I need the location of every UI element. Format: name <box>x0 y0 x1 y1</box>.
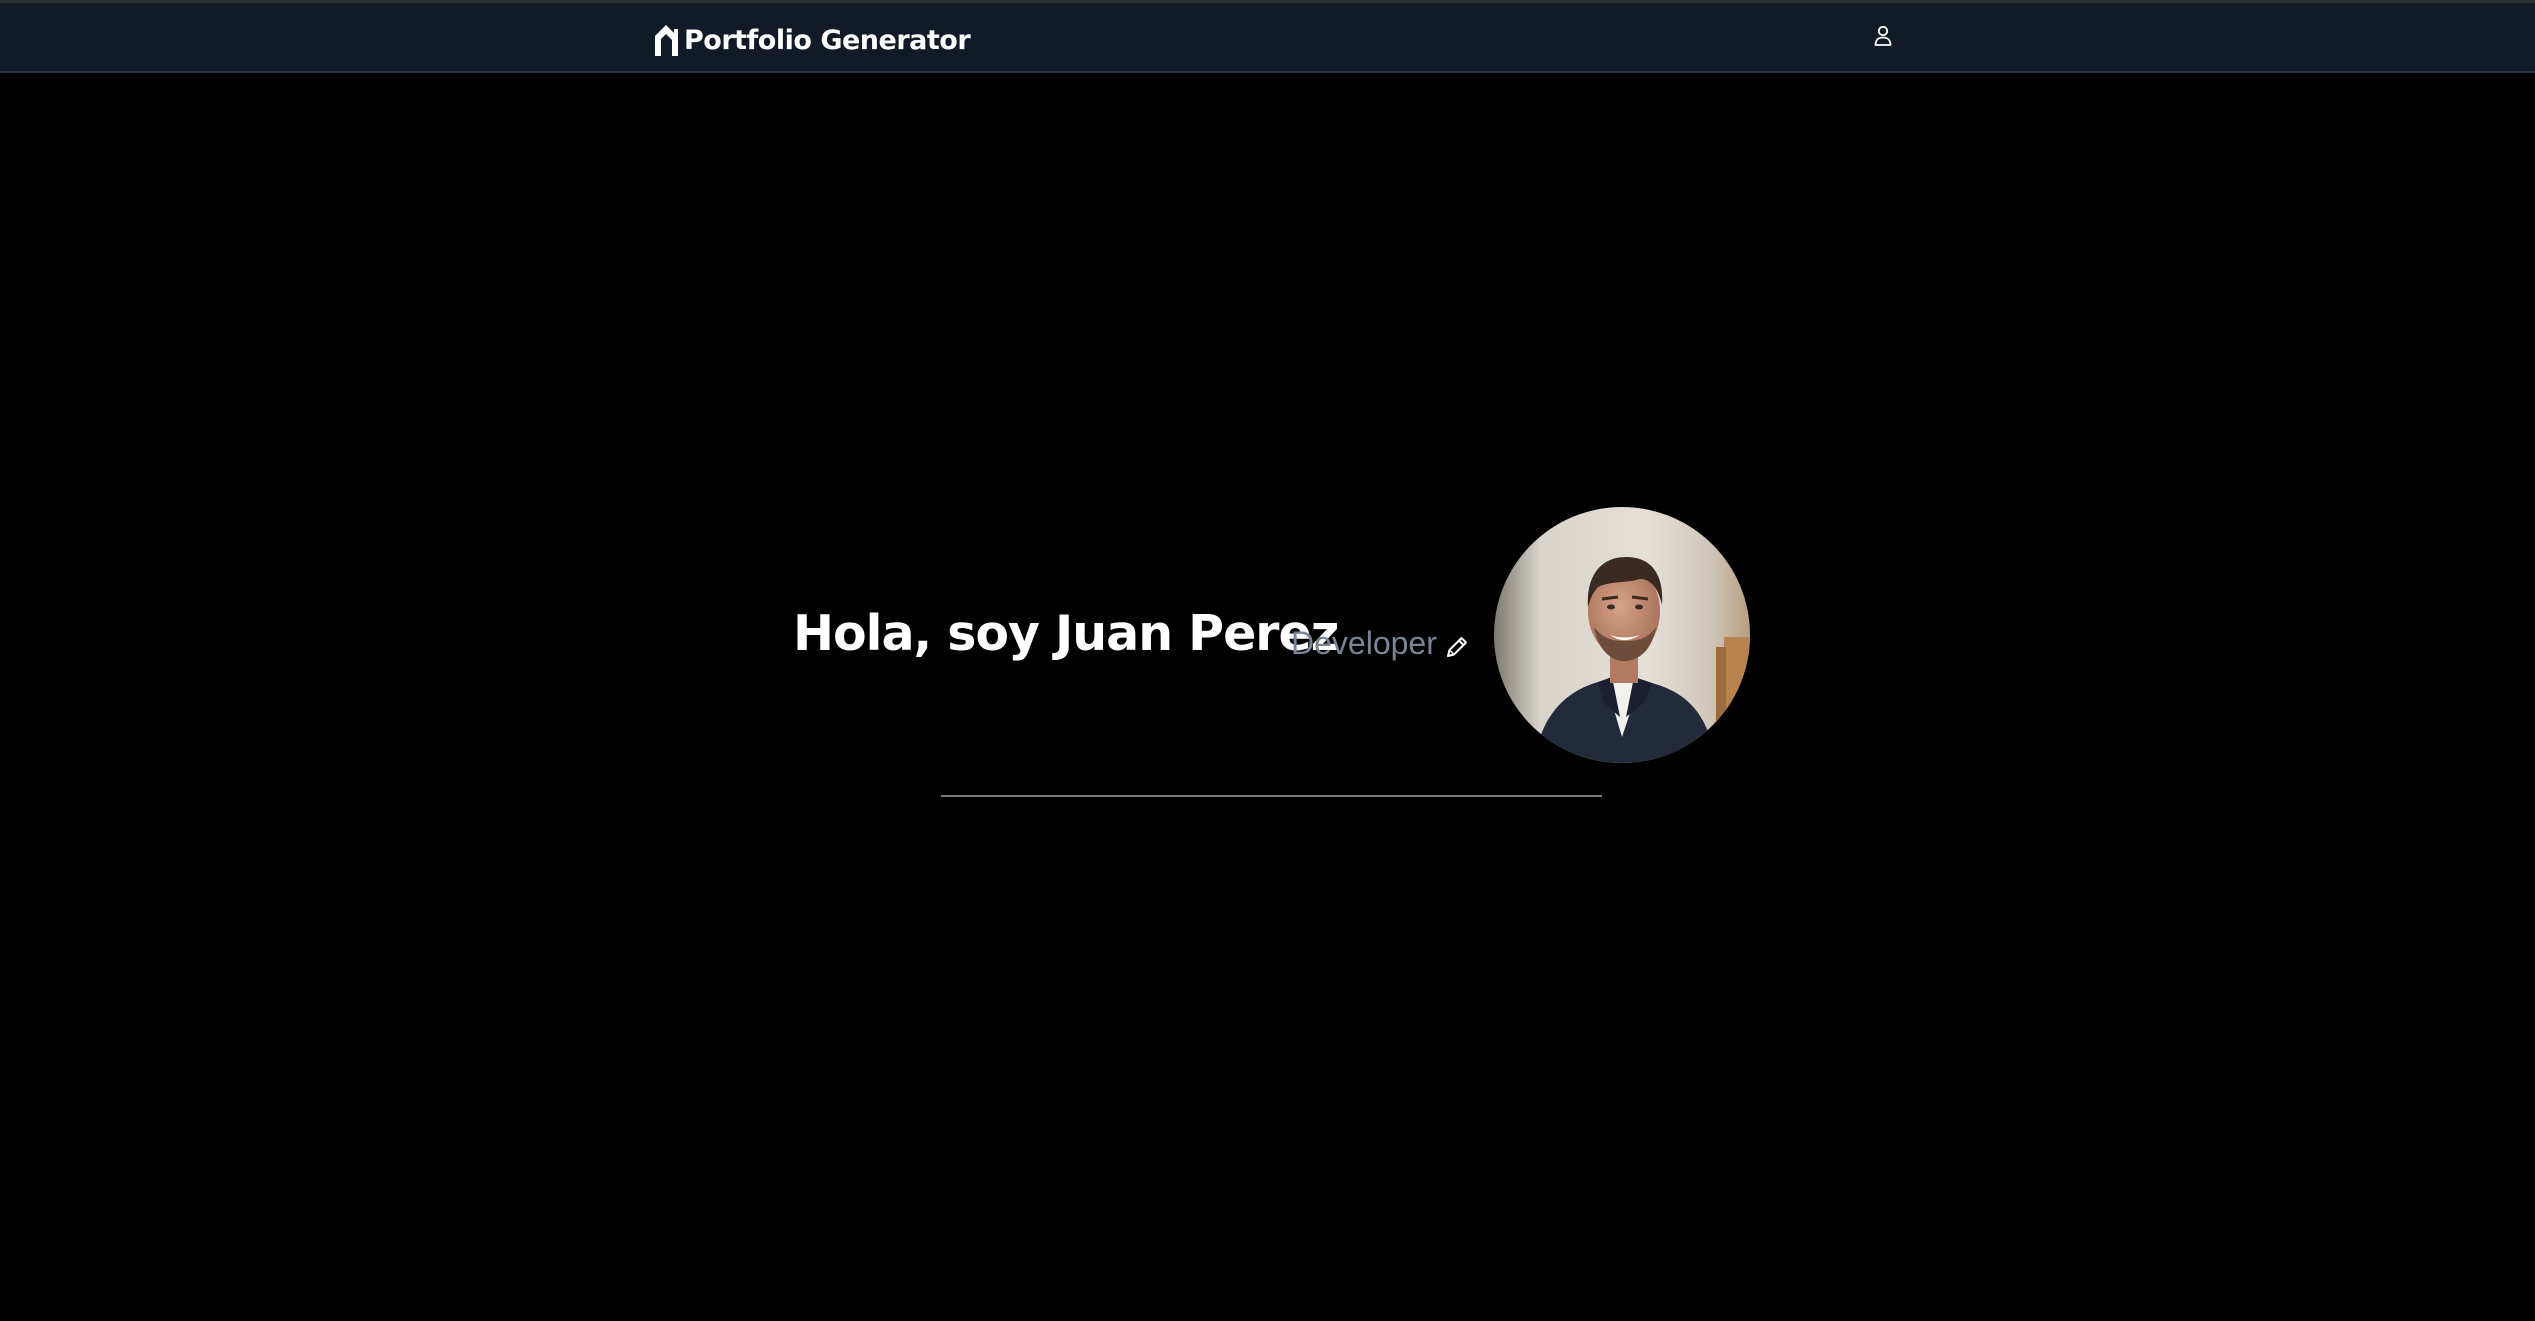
hero-greeting: Hola, soy Juan Perez <box>793 605 1339 662</box>
edit-profile-button[interactable] <box>1442 632 1472 662</box>
pencil-icon <box>1442 637 1472 666</box>
section-divider <box>941 795 1602 797</box>
hero-role: Developer <box>1291 625 1437 661</box>
avatar <box>1494 507 1750 763</box>
avatar-photo <box>1494 507 1750 763</box>
hero-section: Hola, soy Juan Perez Developer <box>0 0 2535 1321</box>
